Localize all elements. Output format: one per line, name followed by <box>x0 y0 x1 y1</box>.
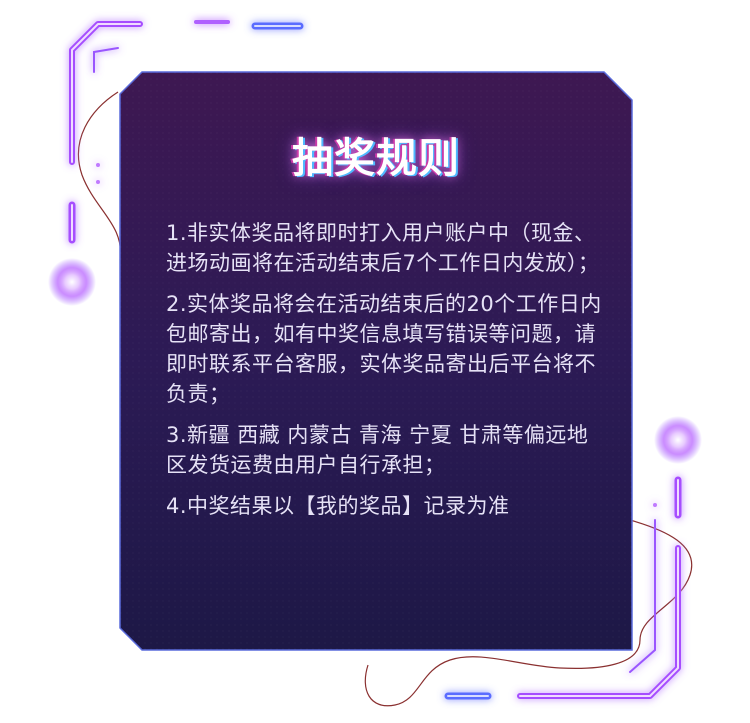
rule-item-3: 3.新疆 西藏 内蒙古 青海 宁夏 甘肃等偏远地区发货运费由用户自行承担； <box>166 423 589 477</box>
rules-popup: 抽奖规则 1.非实体奖品将即时打入用户账户中（现金、进场动画将在活动结束后7个工… <box>0 0 750 723</box>
glow-orb-right <box>654 416 702 464</box>
rules-panel: 抽奖规则 1.非实体奖品将即时打入用户账户中（现金、进场动画将在活动结束后7个工… <box>120 72 632 650</box>
rules-list: 1.非实体奖品将即时打入用户账户中（现金、进场动画将在活动结束后7个工作日内发放… <box>166 218 606 532</box>
rule-item-2: 2.实体奖品将会在活动结束后的20个工作日内包邮寄出，如有中奖信息填写错误等问题… <box>166 292 602 406</box>
rule-item-1: 1.非实体奖品将即时打入用户账户中（现金、进场动画将在活动结束后7个工作日内发放… <box>166 221 600 275</box>
rules-title: 抽奖规则 <box>292 134 460 182</box>
glow-orb-left <box>48 258 96 306</box>
rule-item-4: 4.中奖结果以【我的奖品】记录为准 <box>166 494 510 518</box>
outline-curve-left <box>77 91 122 261</box>
